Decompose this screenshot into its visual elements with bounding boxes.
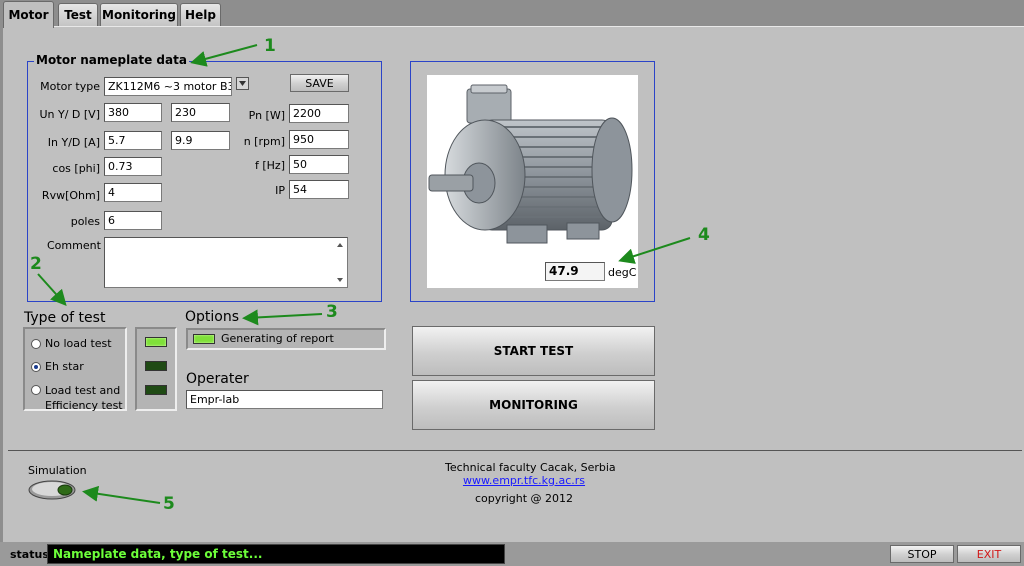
divider xyxy=(8,450,1022,451)
motor-type-select[interactable]: ZK112M6 ~3 motor B3 xyxy=(104,77,232,96)
temperature-display: 47.9 xyxy=(545,262,605,281)
led-eh-star xyxy=(145,361,167,371)
n-rpm-label: n [rpm] xyxy=(243,135,285,148)
tab-motor[interactable]: Motor xyxy=(3,1,54,28)
un-label: Un Y/ D [V] xyxy=(39,108,100,121)
simulation-label: Simulation xyxy=(28,464,87,477)
status-label: status xyxy=(10,548,49,561)
annotation-number-2: 2 xyxy=(30,254,42,274)
simulation-toggle[interactable] xyxy=(27,479,77,501)
rvw-field[interactable]: 4 xyxy=(104,183,162,202)
radio-load-test[interactable] xyxy=(31,385,41,395)
operator-field[interactable]: Empr-lab xyxy=(186,390,383,409)
radio-eh-star-label: Eh star xyxy=(45,360,84,373)
radio-eh-star[interactable] xyxy=(31,362,41,372)
rvw-label: Rvw[Ohm] xyxy=(41,189,100,202)
generate-report-toggle[interactable] xyxy=(193,334,215,344)
in-label: In Y/D [A] xyxy=(47,136,100,149)
nameplate-title: Motor nameplate data xyxy=(34,53,189,67)
radio-load-test-label-line2: Efficiency test xyxy=(45,399,123,412)
operator-label: Operater xyxy=(186,371,249,387)
f-hz-label: f [Hz] xyxy=(255,159,285,172)
footer-copyright: copyright @ 2012 xyxy=(474,492,574,505)
comment-textarea[interactable] xyxy=(104,237,348,288)
cos-phi-field[interactable]: 0.73 xyxy=(104,157,162,176)
radio-load-test-label: Load test and xyxy=(45,384,121,397)
temperature-unit: degC xyxy=(608,266,637,279)
motor-image xyxy=(427,75,638,288)
annotation-number-5: 5 xyxy=(163,494,175,514)
un-d-field[interactable]: 230 xyxy=(171,103,230,122)
dropdown-arrow-icon[interactable] xyxy=(236,77,249,90)
in-y-field[interactable]: 5.7 xyxy=(104,131,162,150)
comment-scrollbar[interactable] xyxy=(334,239,346,286)
poles-label: poles xyxy=(70,215,100,228)
exit-button[interactable]: EXIT xyxy=(957,545,1021,563)
ip-field[interactable]: 54 xyxy=(289,180,349,199)
tab-bar: Motor Test Monitoring Help xyxy=(0,0,1024,28)
ip-label: IP xyxy=(275,184,285,197)
start-test-button[interactable]: START TEST xyxy=(412,326,655,376)
in-d-field[interactable]: 9.9 xyxy=(171,131,230,150)
footer-link[interactable]: www.empr.tfc.kg.ac.rs xyxy=(445,474,603,487)
poles-field[interactable]: 6 xyxy=(104,211,162,230)
led-no-load-test xyxy=(145,337,167,347)
un-y-field[interactable]: 380 xyxy=(104,103,162,122)
comment-label: Comment xyxy=(47,239,101,252)
tab-monitoring[interactable]: Monitoring xyxy=(100,3,178,26)
status-message: Nameplate data, type of test... xyxy=(47,544,505,564)
annotation-number-1: 1 xyxy=(264,36,276,56)
stop-button[interactable]: STOP xyxy=(890,545,954,563)
annotation-number-3: 3 xyxy=(326,302,338,322)
radio-no-load-test[interactable] xyxy=(31,339,41,349)
type-of-test-title: Type of test xyxy=(24,310,106,326)
radio-no-load-test-label: No load test xyxy=(45,337,112,350)
save-button[interactable]: SAVE xyxy=(290,74,349,92)
n-rpm-field[interactable]: 950 xyxy=(289,130,349,149)
pn-label: Pn [W] xyxy=(248,109,285,122)
footer-institution: Technical faculty Cacak, Serbia xyxy=(445,461,616,474)
pn-field[interactable]: 2200 xyxy=(289,104,349,123)
generate-report-label: Generating of report xyxy=(221,332,334,345)
cos-phi-label: cos [phi] xyxy=(52,162,100,175)
options-title: Options xyxy=(185,309,240,325)
motor-type-label: Motor type xyxy=(40,80,100,93)
monitoring-button[interactable]: MONITORING xyxy=(412,380,655,430)
annotation-number-4: 4 xyxy=(698,225,710,245)
tab-test[interactable]: Test xyxy=(58,3,98,26)
f-hz-field[interactable]: 50 xyxy=(289,155,349,174)
led-load-test xyxy=(145,385,167,395)
tab-help[interactable]: Help xyxy=(180,3,221,26)
